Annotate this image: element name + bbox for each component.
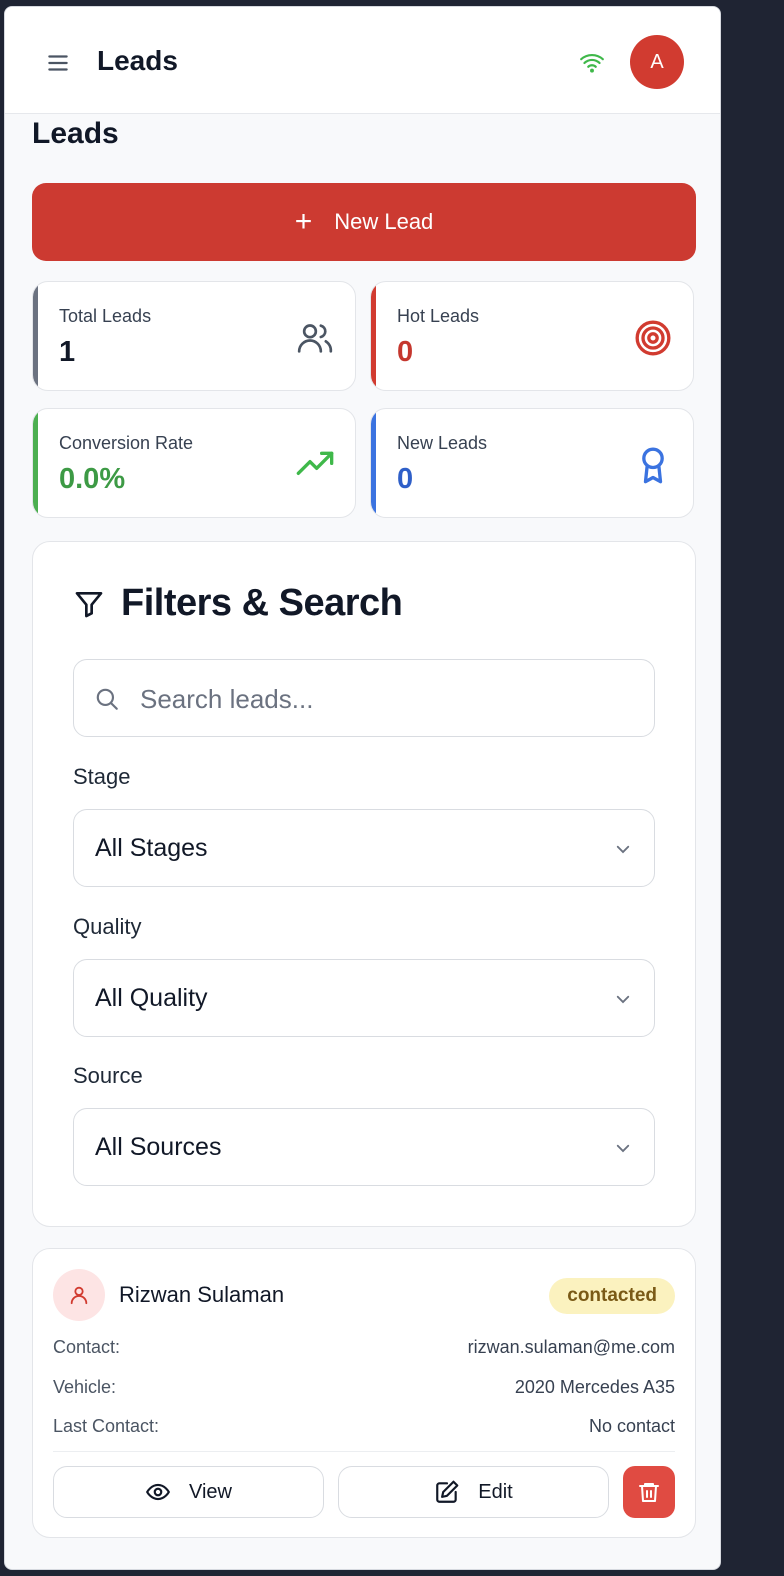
delete-button[interactable]	[623, 1466, 675, 1518]
stage-value: All Stages	[95, 834, 208, 862]
award-icon	[642, 447, 664, 484]
edit-icon	[436, 1480, 459, 1503]
row-value: 2020 Mercedes A35	[514, 1377, 675, 1397]
quality-select[interactable]: All Quality	[73, 959, 655, 1037]
eye-icon	[146, 1483, 170, 1501]
lead-row-last-contact: Last Contact: No contact	[53, 1416, 675, 1440]
divider	[53, 1451, 675, 1452]
row-key: Contact:	[53, 1337, 121, 1357]
stat-label: New Leads	[397, 433, 488, 453]
stat-label: Conversion Rate	[59, 433, 194, 453]
row-key: Last Contact:	[53, 1416, 160, 1436]
view-button[interactable]: View	[53, 1466, 324, 1518]
status-badge: contacted	[549, 1278, 675, 1314]
source-select[interactable]: All Sources	[73, 1108, 655, 1186]
new-lead-button[interactable]: + New Lead	[32, 183, 696, 261]
stat-label: Total Leads	[59, 306, 152, 326]
search-icon	[96, 688, 118, 710]
stat-card-hot-leads: Hot Leads 0	[370, 281, 694, 391]
stat-value: 0.0%	[59, 463, 126, 495]
users-icon	[297, 324, 333, 353]
view-label: View	[189, 1480, 232, 1503]
edit-label: Edit	[478, 1480, 513, 1503]
wifi-icon	[580, 53, 604, 73]
stat-label: Hot Leads	[397, 306, 480, 326]
source-value: All Sources	[95, 1133, 222, 1161]
filters-panel: Filters & Search Search leads... Stage A…	[32, 541, 696, 1227]
chevron-down-icon	[616, 1144, 630, 1153]
stage-select[interactable]: All Stages	[73, 809, 655, 887]
new-lead-label: New Lead	[334, 209, 434, 234]
header-title: Leads	[97, 45, 178, 76]
trash-icon	[639, 1483, 659, 1502]
source-label: Source	[73, 1063, 143, 1088]
row-key: Vehicle:	[53, 1377, 117, 1397]
plus-icon: +	[294, 205, 313, 238]
stat-card-total-leads: Total Leads 1	[32, 281, 356, 391]
user-avatar[interactable]: A	[630, 35, 684, 89]
row-value: rizwan.sulaman@me.com	[467, 1337, 675, 1357]
search-input[interactable]: Search leads...	[73, 659, 655, 737]
lead-name: Rizwan Sulaman	[119, 1282, 285, 1307]
lead-row-vehicle: Vehicle: 2020 Mercedes A35	[53, 1377, 675, 1401]
lead-row-contact: Contact: rizwan.sulaman@me.com	[53, 1337, 675, 1361]
quality-value: All Quality	[95, 984, 208, 1012]
top-bar: Leads A	[5, 7, 720, 114]
target-icon	[635, 320, 671, 356]
page-title: Leads	[32, 117, 119, 150]
lead-avatar	[53, 1269, 105, 1321]
trending-up-icon	[296, 451, 334, 475]
lead-card: Rizwan Sulaman contacted Contact: rizwan…	[32, 1248, 696, 1538]
chevron-down-icon	[616, 995, 630, 1004]
stat-value: 1	[59, 336, 76, 368]
stat-value: 0	[397, 463, 414, 495]
edit-button[interactable]: Edit	[338, 1466, 609, 1518]
stage-label: Stage	[73, 764, 131, 789]
menu-icon[interactable]	[45, 50, 71, 76]
filters-heading: Filters & Search	[73, 582, 403, 625]
quality-label: Quality	[73, 914, 142, 939]
user-icon	[70, 1286, 88, 1305]
search-placeholder: Search leads...	[140, 684, 314, 714]
filters-title: Filters & Search	[121, 582, 403, 624]
stat-value: 0	[397, 336, 414, 368]
filter-icon	[75, 591, 103, 617]
stat-card-conversion-rate: Conversion Rate 0.0%	[32, 408, 356, 518]
chevron-down-icon	[616, 845, 630, 854]
row-value: No contact	[588, 1416, 675, 1436]
app-window: Leads A Leads + New Lead Total Leads 1 H…	[4, 6, 721, 1570]
stat-card-new-leads: New Leads 0	[370, 408, 694, 518]
